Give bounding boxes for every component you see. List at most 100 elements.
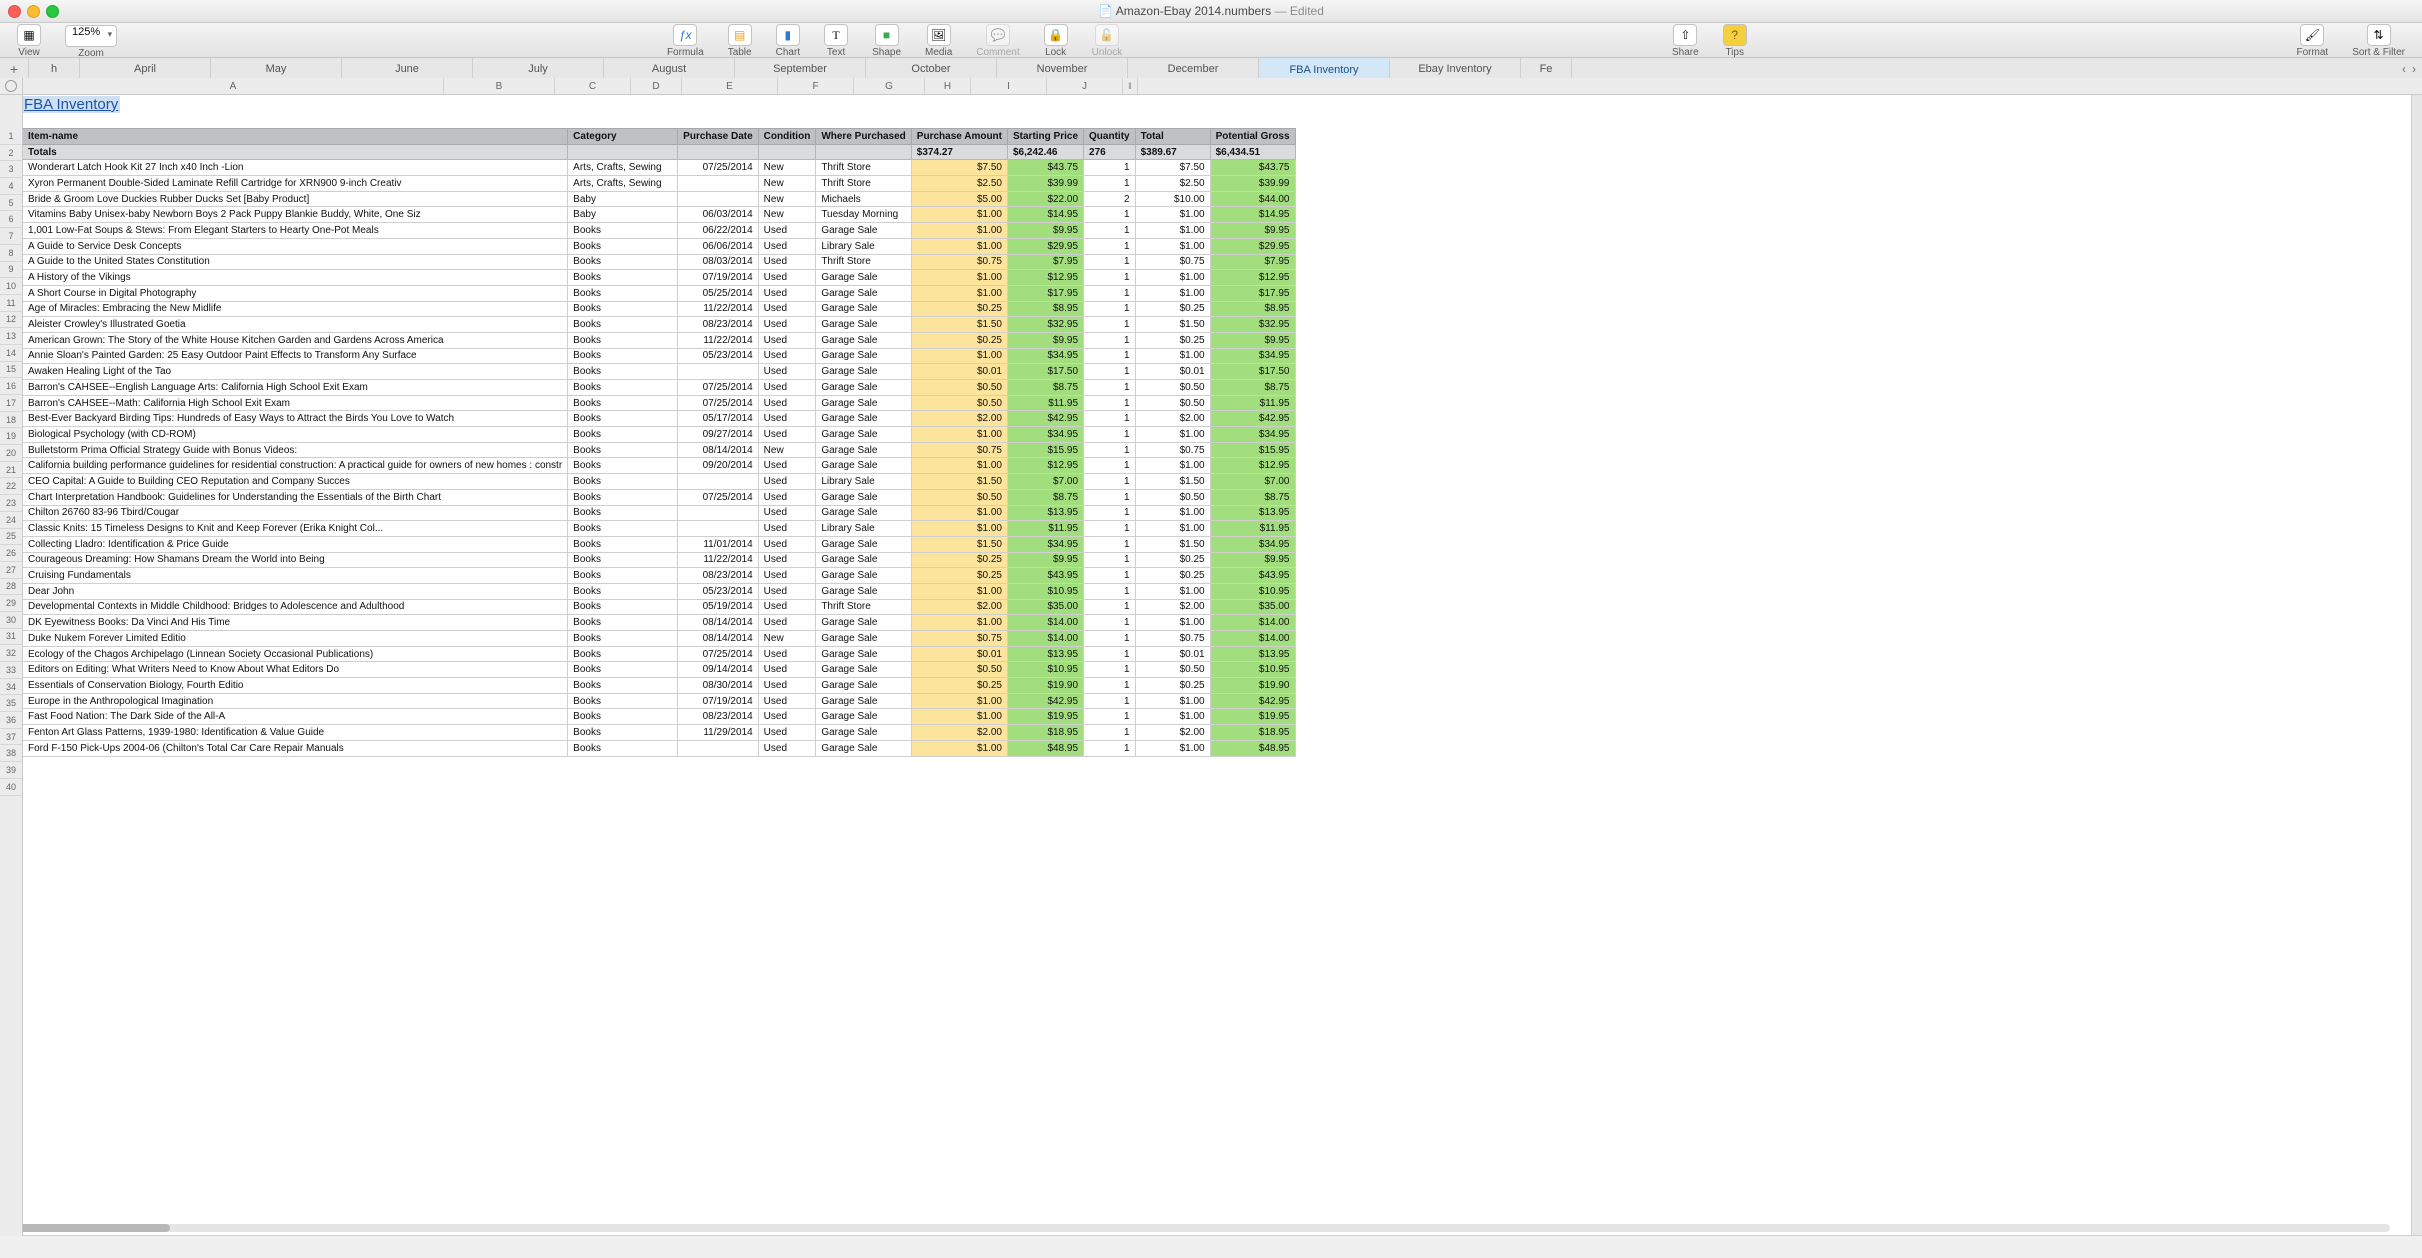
sheet-tab[interactable]: October bbox=[866, 58, 997, 80]
row-number[interactable]: 33 bbox=[0, 662, 22, 679]
cell-gross[interactable]: $15.95 bbox=[1210, 442, 1295, 458]
zoom-window-button[interactable] bbox=[46, 5, 59, 18]
cell-gross[interactable]: $43.95 bbox=[1210, 568, 1295, 584]
cell-item[interactable]: A History of the Vikings bbox=[23, 270, 568, 286]
cell-total[interactable]: $1.00 bbox=[1135, 285, 1210, 301]
cell-qty[interactable]: 1 bbox=[1084, 709, 1136, 725]
cell-condition[interactable]: Used bbox=[758, 568, 816, 584]
cell-qty[interactable]: 1 bbox=[1084, 631, 1136, 647]
sheet-tab[interactable]: July bbox=[473, 58, 604, 80]
cell-price[interactable]: $32.95 bbox=[1008, 317, 1084, 333]
cell-amount[interactable]: $5.00 bbox=[911, 191, 1007, 207]
cell-qty[interactable]: 1 bbox=[1084, 474, 1136, 490]
cell-condition[interactable]: Used bbox=[758, 583, 816, 599]
column-head[interactable]: G bbox=[854, 78, 925, 94]
header-total[interactable]: Total bbox=[1135, 129, 1210, 145]
cell-condition[interactable]: Used bbox=[758, 395, 816, 411]
cell-amount[interactable]: $1.00 bbox=[911, 285, 1007, 301]
cell-category[interactable]: Books bbox=[568, 254, 678, 270]
row-number[interactable]: 14 bbox=[0, 345, 22, 362]
cell-item[interactable]: Duke Nukem Forever Limited Editio bbox=[23, 631, 568, 647]
cell-qty[interactable]: 1 bbox=[1084, 442, 1136, 458]
cell-price[interactable]: $17.50 bbox=[1008, 364, 1084, 380]
cell-category[interactable]: Books bbox=[568, 364, 678, 380]
tips-button[interactable]: ? Tips bbox=[1712, 23, 1758, 58]
sheet-tab[interactable]: May bbox=[211, 58, 342, 80]
cell-price[interactable]: $11.95 bbox=[1008, 521, 1084, 537]
cell-condition[interactable]: New bbox=[758, 191, 816, 207]
cell-condition[interactable]: Used bbox=[758, 693, 816, 709]
cell-qty[interactable]: 1 bbox=[1084, 411, 1136, 427]
cell-condition[interactable]: Used bbox=[758, 223, 816, 239]
row-number[interactable]: 20 bbox=[0, 445, 22, 462]
cell-price[interactable]: $12.95 bbox=[1008, 458, 1084, 474]
cell-date[interactable]: 07/25/2014 bbox=[678, 395, 758, 411]
cell-date[interactable]: 09/20/2014 bbox=[678, 458, 758, 474]
cell-item[interactable]: American Grown: The Story of the White H… bbox=[23, 332, 568, 348]
cell-amount[interactable]: $0.25 bbox=[911, 332, 1007, 348]
header-gross[interactable]: Potential Gross bbox=[1210, 129, 1295, 145]
cell-category[interactable]: Books bbox=[568, 646, 678, 662]
cell-item[interactable]: Essentials of Conservation Biology, Four… bbox=[23, 678, 568, 694]
column-head[interactable]: D bbox=[631, 78, 682, 94]
cell-date[interactable] bbox=[678, 364, 758, 380]
sheet-tab[interactable]: Ebay Inventory bbox=[1390, 58, 1521, 80]
cell-qty[interactable]: 1 bbox=[1084, 568, 1136, 584]
cell-total[interactable]: $1.00 bbox=[1135, 458, 1210, 474]
cell-total[interactable]: $1.00 bbox=[1135, 583, 1210, 599]
cell-price[interactable]: $8.95 bbox=[1008, 301, 1084, 317]
cell-condition[interactable]: Used bbox=[758, 270, 816, 286]
formula-button[interactable]: ƒx Formula bbox=[656, 23, 715, 58]
row-number[interactable]: 21 bbox=[0, 462, 22, 479]
cell-gross[interactable]: $34.95 bbox=[1210, 427, 1295, 443]
cell-item[interactable]: Ecology of the Chagos Archipelago (Linne… bbox=[23, 646, 568, 662]
cell-date[interactable]: 08/03/2014 bbox=[678, 254, 758, 270]
cell-condition[interactable]: Used bbox=[758, 552, 816, 568]
cell-date[interactable]: 05/23/2014 bbox=[678, 348, 758, 364]
cell-category[interactable]: Books bbox=[568, 395, 678, 411]
cell-item[interactable]: Bulletstorm Prima Official Strategy Guid… bbox=[23, 442, 568, 458]
cell-gross[interactable]: $13.95 bbox=[1210, 505, 1295, 521]
cell-item[interactable]: Courageous Dreaming: How Shamans Dream t… bbox=[23, 552, 568, 568]
cell-where[interactable]: Library Sale bbox=[816, 521, 911, 537]
cell-category[interactable]: Books bbox=[568, 678, 678, 694]
cell-where[interactable]: Garage Sale bbox=[816, 223, 911, 239]
cell-total[interactable]: $1.00 bbox=[1135, 521, 1210, 537]
cell-qty[interactable]: 1 bbox=[1084, 380, 1136, 396]
cell-total[interactable]: $1.00 bbox=[1135, 207, 1210, 223]
cell-condition[interactable]: Used bbox=[758, 238, 816, 254]
tab-nav-prev[interactable]: ‹ bbox=[2402, 62, 2406, 76]
cell-where[interactable]: Garage Sale bbox=[816, 489, 911, 505]
cell-date[interactable]: 08/30/2014 bbox=[678, 678, 758, 694]
cell-qty[interactable]: 1 bbox=[1084, 489, 1136, 505]
row-number[interactable]: 8 bbox=[0, 245, 22, 262]
cell-condition[interactable]: Used bbox=[758, 332, 816, 348]
cell-gross[interactable]: $19.90 bbox=[1210, 678, 1295, 694]
cell-price[interactable]: $13.95 bbox=[1008, 646, 1084, 662]
cell-date[interactable]: 11/22/2014 bbox=[678, 332, 758, 348]
cell-item[interactable]: Barron's CAHSEE--Math: California High S… bbox=[23, 395, 568, 411]
cell-where[interactable]: Library Sale bbox=[816, 474, 911, 490]
cell-total[interactable]: $1.00 bbox=[1135, 709, 1210, 725]
cell-category[interactable]: Books bbox=[568, 348, 678, 364]
cell-amount[interactable]: $0.25 bbox=[911, 552, 1007, 568]
shape-button[interactable]: ■ Shape bbox=[861, 23, 912, 58]
cell-where[interactable]: Thrift Store bbox=[816, 160, 911, 176]
cell-where[interactable]: Garage Sale bbox=[816, 285, 911, 301]
cell-condition[interactable]: Used bbox=[758, 678, 816, 694]
cell-item[interactable]: Awaken Healing Light of the Tao bbox=[23, 364, 568, 380]
cell-date[interactable]: 07/19/2014 bbox=[678, 693, 758, 709]
cell-amount[interactable]: $0.50 bbox=[911, 380, 1007, 396]
cell-price[interactable]: $14.00 bbox=[1008, 615, 1084, 631]
view-button[interactable]: ▦ View bbox=[6, 23, 52, 58]
row-number[interactable]: 34 bbox=[0, 679, 22, 696]
cell-gross[interactable]: $9.95 bbox=[1210, 552, 1295, 568]
cell-qty[interactable]: 1 bbox=[1084, 176, 1136, 192]
cell-price[interactable]: $48.95 bbox=[1008, 740, 1084, 756]
cell-category[interactable]: Books bbox=[568, 411, 678, 427]
cell-amount[interactable]: $2.00 bbox=[911, 599, 1007, 615]
cell-category[interactable]: Books bbox=[568, 270, 678, 286]
cell-condition[interactable]: New bbox=[758, 176, 816, 192]
cell-price[interactable]: $34.95 bbox=[1008, 536, 1084, 552]
cell-category[interactable]: Books bbox=[568, 301, 678, 317]
